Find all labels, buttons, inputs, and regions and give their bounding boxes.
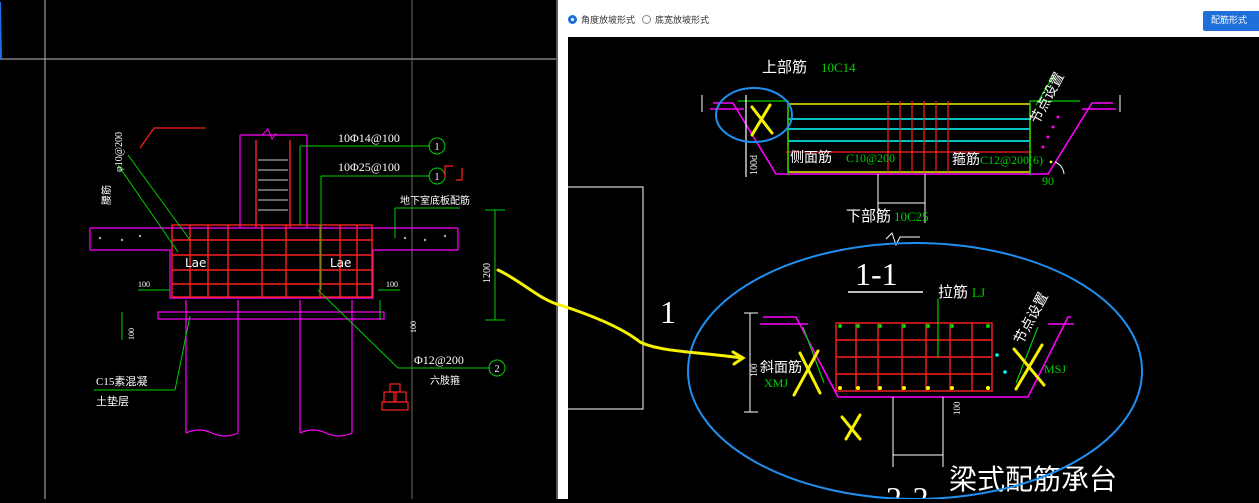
- angle-slope-label: 角度放坡形式: [581, 16, 636, 26]
- rebar-top-label: 10Φ14@100: [338, 131, 400, 145]
- s2-section-title: 2-2: [886, 480, 929, 499]
- s2-tie-value: LJ: [972, 285, 985, 300]
- radio-unselected-icon[interactable]: [642, 15, 651, 24]
- angle-slope-option[interactable]: 角度放坡形式: [568, 13, 635, 26]
- lae-left: Lae: [185, 256, 206, 270]
- s1-left-dim: 100d: [749, 155, 760, 175]
- s1-stirrup-value: C12@200(6): [980, 153, 1043, 167]
- config-panel: 角度放坡形式 底宽放坡形式 配筋形式 上部筋 10C14 节点设置 侧面筋 C1…: [558, 0, 1259, 499]
- s1-top-value: 10C14: [821, 60, 856, 75]
- rebar-bottom-label: 10Φ25@100: [338, 160, 400, 174]
- cad-drawing-panel[interactable]: 1 1 2 10Φ14@100 10Φ25@100 地下室底板配筋 腰筋 φ10…: [0, 0, 556, 499]
- dim-100-d: 100: [409, 321, 418, 333]
- callout-1a: 1: [435, 142, 440, 153]
- callout-2: 2: [495, 364, 500, 375]
- s2-slant-value: XMJ: [764, 376, 788, 390]
- s1-side-label: 侧面筋: [790, 149, 832, 166]
- s1-stirrup-label: 箍筋: [952, 151, 980, 168]
- side-rebar-label: 腰筋: [100, 185, 113, 205]
- s2-tie-label: 拉筋: [938, 284, 968, 301]
- s2-mid-dim: 100: [952, 401, 962, 415]
- s1-section-title: 1-1: [855, 256, 898, 292]
- base-width-slope-label: 底宽放坡形式: [655, 16, 710, 26]
- pile-right: [299, 300, 353, 437]
- s1-bottom-label: 下部筋: [846, 208, 891, 225]
- s2-slant-label: 斜面筋: [760, 359, 802, 376]
- pile-cap-outline: [89, 134, 459, 320]
- cushion-line1: C15素混凝: [96, 374, 147, 388]
- section-preview: 上部筋 10C14 节点设置 侧面筋 C10@200 箍筋 C12@200(6)…: [568, 37, 1259, 499]
- dim-100-c: 100: [127, 328, 136, 340]
- basement-slab-label: 地下室底板配筋: [400, 194, 470, 207]
- north-symbol: [381, 383, 409, 411]
- s1-side-value: C10@200: [846, 151, 895, 165]
- s2-right-value: MSJ: [1044, 362, 1066, 376]
- radio-selected-icon[interactable]: [568, 15, 577, 24]
- dim-100-a: 100: [138, 280, 150, 289]
- dim-100-b: 100: [386, 280, 398, 289]
- s1-top-label: 上部筋: [762, 59, 807, 76]
- config-form-button[interactable]: 配筋形式: [1203, 11, 1259, 31]
- s1-node-setting: 节点设置: [1027, 70, 1067, 127]
- foundation-cad-drawing: 1 1 2 10Φ14@100 10Φ25@100 地下室底板配筋 腰筋 φ10…: [0, 0, 556, 499]
- lae-right: Lae: [330, 256, 351, 270]
- base-width-slope-option[interactable]: 底宽放坡形式: [642, 13, 709, 26]
- cushion-line2: 土垫层: [96, 394, 129, 408]
- s1-marker: 1: [660, 294, 676, 330]
- option-bar: 角度放坡形式 底宽放坡形式 配筋形式: [558, 0, 1259, 35]
- side-rebar-spec: φ10@200: [114, 132, 125, 172]
- s1-bottom-value: 10C25: [894, 209, 929, 224]
- section2-rebar-cage: [835, 322, 993, 392]
- s2-left-dim: 100: [749, 363, 759, 377]
- pile-left: [185, 300, 239, 437]
- stirrup-spec: Φ12@200: [414, 353, 464, 367]
- cap-section-drawing: 上部筋 10C14 节点设置 侧面筋 C10@200 箍筋 C12@200(6)…: [568, 59, 1143, 499]
- s1-angle: 90: [1042, 174, 1054, 188]
- s2-node-setting: 节点设置: [1011, 290, 1051, 347]
- dim-1200: 1200: [482, 263, 493, 283]
- stirrup-type: 六肢箍: [430, 374, 460, 387]
- callout-1b: 1: [435, 172, 440, 183]
